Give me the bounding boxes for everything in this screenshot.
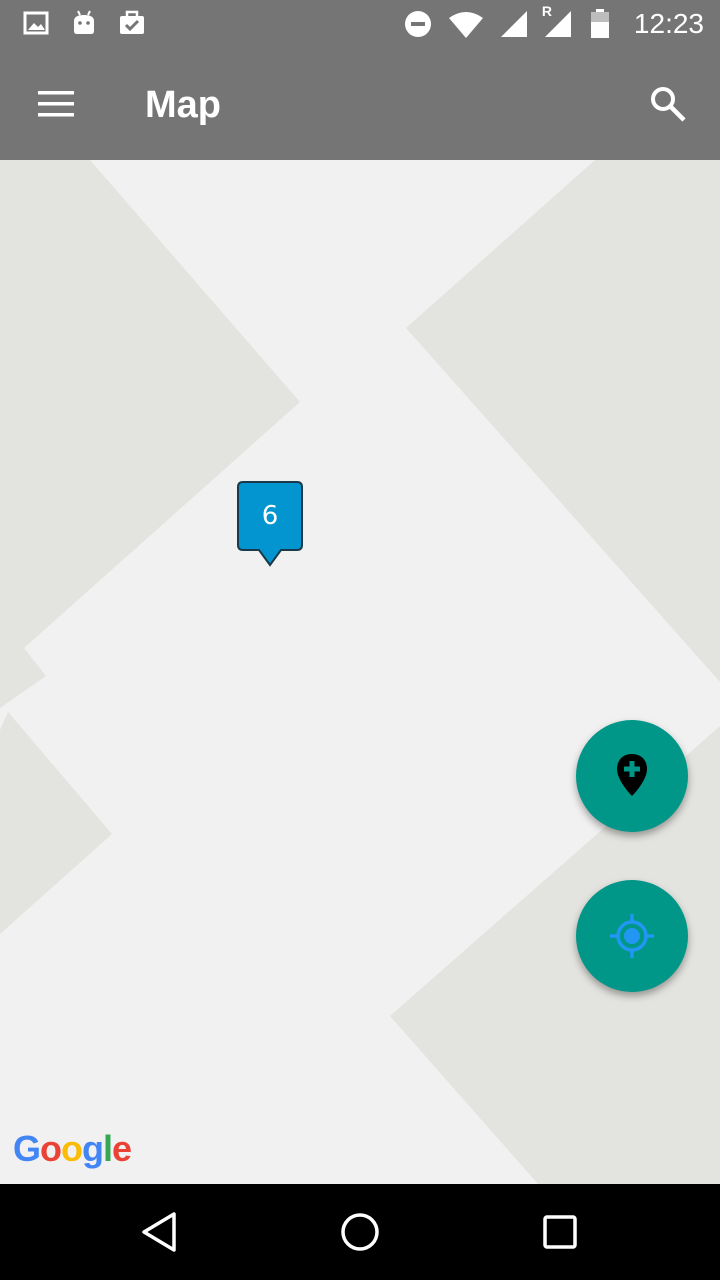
my-location-icon [610,914,654,958]
status-time: 12:23 [633,8,704,39]
app-bar: Map [0,48,720,160]
google-letter-6: e [112,1128,132,1169]
my-location-button[interactable] [576,880,688,992]
google-letter-5: l [103,1128,113,1169]
google-letter-1: G [13,1128,41,1169]
add-location-icon [617,754,647,796]
add-location-button[interactable] [576,720,688,832]
marker-cluster[interactable]: 6 [237,481,303,567]
recents-button[interactable] [532,1208,588,1256]
google-letter-2: o [40,1128,62,1169]
android-icon [74,10,94,34]
system-nav-bar [0,1184,720,1280]
status-bar: R 12:23 [0,0,720,48]
page-title: Map [145,84,221,126]
clipboard-check-icon [120,10,144,34]
google-letter-3: o [61,1128,83,1169]
home-circle-icon [341,1213,379,1251]
roaming-signal-icon: R [542,3,574,39]
image-icon [23,11,49,35]
back-button[interactable] [132,1208,188,1256]
cluster-count: 6 [261,501,279,531]
recents-square-icon [543,1215,577,1249]
menu-button[interactable] [24,76,88,132]
status-left-icons [22,8,146,38]
google-attribution-logo: Google [13,1128,132,1170]
battery-icon [590,9,609,38]
roaming-label: R [541,3,553,19]
menu-icon [38,91,74,117]
back-triangle-icon [142,1212,176,1252]
wifi-icon [448,12,483,38]
status-right-icons: R 12:23 [404,3,704,40]
search-icon [651,87,686,122]
signal-icon [500,11,527,37]
home-button[interactable] [332,1208,388,1256]
search-button[interactable] [640,76,696,132]
google-letter-4: g [82,1128,104,1169]
do-not-disturb-icon [404,11,431,37]
map-view[interactable]: 6 Google [0,160,720,1184]
map-terrain [0,160,720,1184]
